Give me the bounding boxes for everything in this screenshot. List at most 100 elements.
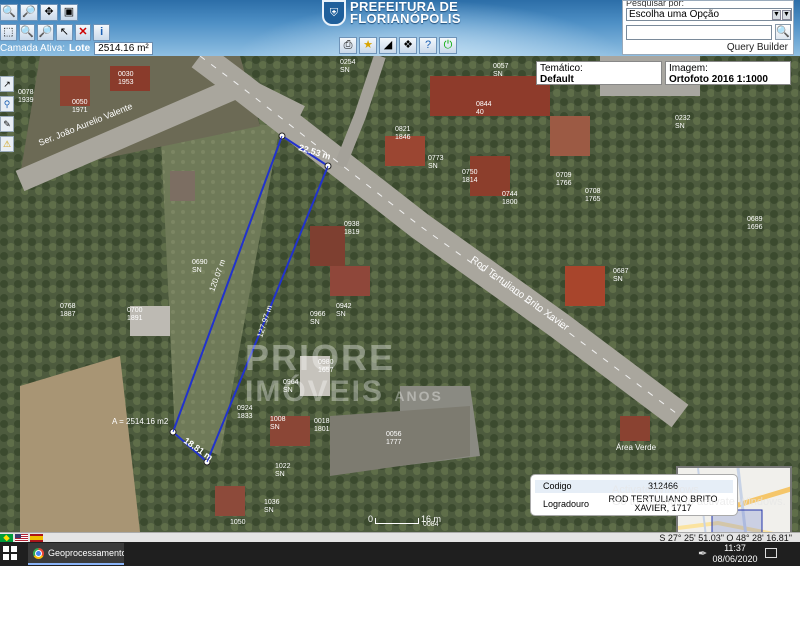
parcel-code: SN <box>275 471 285 478</box>
help-icon[interactable]: ? <box>419 37 437 54</box>
tematico-value: Default <box>540 74 574 85</box>
parcel-number: 0966 <box>310 311 326 318</box>
watermark-text-3: ANOS <box>394 388 443 404</box>
power-icon[interactable]: ⏻ <box>439 37 457 54</box>
parcel-code: SN <box>613 276 623 283</box>
toolbar-row-1: 🔍 🔎 ✥ ▣ <box>0 4 110 22</box>
search-tool-icon[interactable]: 🔎 <box>37 24 55 41</box>
active-layer-bar: Camada Ativa: Lote 2514.16 m² <box>0 41 153 55</box>
full-extent-icon[interactable]: ▣ <box>60 4 78 21</box>
scale-bar: 0 16 m <box>368 514 441 524</box>
system-clock[interactable]: 11:37 08/06/2020 <box>710 543 760 565</box>
chrome-icon <box>33 547 44 559</box>
clock-date: 08/06/2020 <box>712 554 758 564</box>
parcel-number: 0773 <box>428 155 444 162</box>
parcel-code: SN <box>675 123 685 130</box>
watermark-line-1: PRIORE <box>245 337 396 378</box>
parcel-code: 1801 <box>314 426 330 433</box>
layers-icon[interactable]: ❖ <box>399 37 417 54</box>
parcel-number: 0057 <box>493 63 509 70</box>
parcel-code: 40 <box>476 109 484 116</box>
parcel-code: 1891 <box>127 315 143 322</box>
activate-line-1: Activate Windows <box>612 484 699 496</box>
parcel-code: 1766 <box>556 180 572 187</box>
select-icon[interactable]: ⬚ <box>0 24 17 41</box>
search-input[interactable] <box>626 24 772 40</box>
info-icon[interactable]: i <box>93 24 111 41</box>
left-toolbar: ↗ ⚲ ✎ ⚠ <box>0 76 16 152</box>
taskbar-chrome-app[interactable]: Geoprocessamento... <box>28 543 124 565</box>
map-view[interactable]: Ser. João Aurelio Valente Rod Tertuliano… <box>0 56 800 532</box>
browser-viewport: 🔍 🔎 ✥ ▣ ⬚ 🔍 🔎 ↖ ✕ i Camada Ativa: Lote 2… <box>0 0 800 566</box>
popup-codigo-label: Codigo <box>543 481 572 491</box>
parcel-number: 1022 <box>275 463 291 470</box>
activate-windows-watermark: Activate Windows Go to Settings to activ… <box>612 484 786 508</box>
pan-icon[interactable]: ✥ <box>40 4 58 21</box>
parcel-code: 1696 <box>747 224 763 231</box>
parcel-number: 0768 <box>60 303 76 310</box>
brand-line-2: FLORIANÓPOLIS <box>350 11 461 26</box>
zoom-in-icon[interactable]: 🔍 <box>0 4 18 21</box>
brand: ⛨ PREFEITURA DE FLORIANÓPOLIS <box>322 0 461 26</box>
scale-bar-line <box>375 518 420 524</box>
windows-start-icon[interactable] <box>3 546 17 560</box>
area-value: 2514.16 m² <box>94 41 153 55</box>
parcel-number: 0056 <box>386 431 402 438</box>
select-arrows: ▼ ▼ <box>772 9 791 20</box>
search-panel: Pesquisar por: Escolha uma Opção ▼ ▼ 🔍 Qu… <box>622 0 794 55</box>
chevron-down-icon: ▼ <box>782 9 791 20</box>
search-icon[interactable]: 🔍 <box>775 24 791 40</box>
tematico-label: Temático: <box>540 63 583 74</box>
parcel-code: 1777 <box>386 439 402 446</box>
parcel-number: 0018 <box>314 418 330 425</box>
toolbar-row-2: ⬚ 🔍 🔎 ↖ ✕ i <box>0 24 111 42</box>
usa-flag-icon[interactable] <box>15 534 28 542</box>
parcel-code: 1953 <box>118 79 134 86</box>
parcel-number: 1036 <box>264 499 280 506</box>
pen-icon[interactable]: ✒ <box>698 547 707 560</box>
route-icon[interactable]: ↗ <box>0 76 14 92</box>
tematico-box: Temático: Default <box>536 61 662 85</box>
parcel-code: 1819 <box>344 229 360 236</box>
parcel-number: 1008 <box>270 416 286 423</box>
search-row: 🔍 <box>626 24 791 40</box>
parcel-number: 0844 <box>476 101 492 108</box>
identify-icon[interactable]: 🔍 <box>18 24 36 41</box>
parcel-number: 0744 <box>502 191 518 198</box>
city-crest-icon: ⛨ <box>322 0 346 26</box>
parcel-number: 0700 <box>127 307 143 314</box>
active-layer-label: Camada Ativa: <box>0 42 66 54</box>
watermark-text-2: IMÓVEIS <box>245 375 385 408</box>
query-builder-link[interactable]: Query Builder <box>626 42 790 53</box>
language-flags <box>0 534 43 542</box>
parcel-code: 1833 <box>237 413 253 420</box>
zoom-out-icon[interactable]: 🔎 <box>20 4 38 21</box>
parcel-number: 0942 <box>336 303 352 310</box>
status-bar: S 27° 25' 51.03" O 48° 28' 16.81" <box>0 532 800 543</box>
imagem-value: Ortofoto 2016 1:1000 <box>669 74 768 85</box>
spain-flag-icon[interactable] <box>30 534 43 542</box>
search-type-select[interactable]: Escolha uma Opção ▼ ▼ <box>626 8 792 21</box>
parcel-number: 0232 <box>675 115 691 122</box>
clear-icon[interactable]: ✕ <box>74 24 92 41</box>
warning-icon[interactable]: ⚠ <box>0 136 14 152</box>
notification-icon[interactable] <box>765 548 777 558</box>
brazil-flag-icon[interactable] <box>0 534 13 542</box>
area-verde-label: Área Verde <box>616 443 657 452</box>
watermark: PRIORE IMÓVEIS ANOS <box>245 340 443 413</box>
pointer-icon[interactable]: ↖ <box>56 24 73 41</box>
edit-icon[interactable]: ✎ <box>0 116 14 132</box>
parcel-code: SN <box>192 267 202 274</box>
favorite-star-icon[interactable]: ★ <box>359 37 377 54</box>
parcel-number: 0030 <box>118 71 134 78</box>
location-pin-icon[interactable]: ⚲ <box>0 96 14 112</box>
parcel-number: 0709 <box>556 172 572 179</box>
parcel-code: 1765 <box>585 196 601 203</box>
parcel-number: 1050 <box>230 519 246 526</box>
aerial-imagery: Ser. João Aurelio Valente Rod Tertuliano… <box>0 56 800 532</box>
parcel-code: SN <box>493 71 503 78</box>
measure-icon[interactable]: ◢ <box>379 37 397 54</box>
print-icon[interactable]: ⎙ <box>339 37 357 54</box>
parcel-number: 0821 <box>395 126 411 133</box>
parcel-code: SN <box>264 507 274 514</box>
